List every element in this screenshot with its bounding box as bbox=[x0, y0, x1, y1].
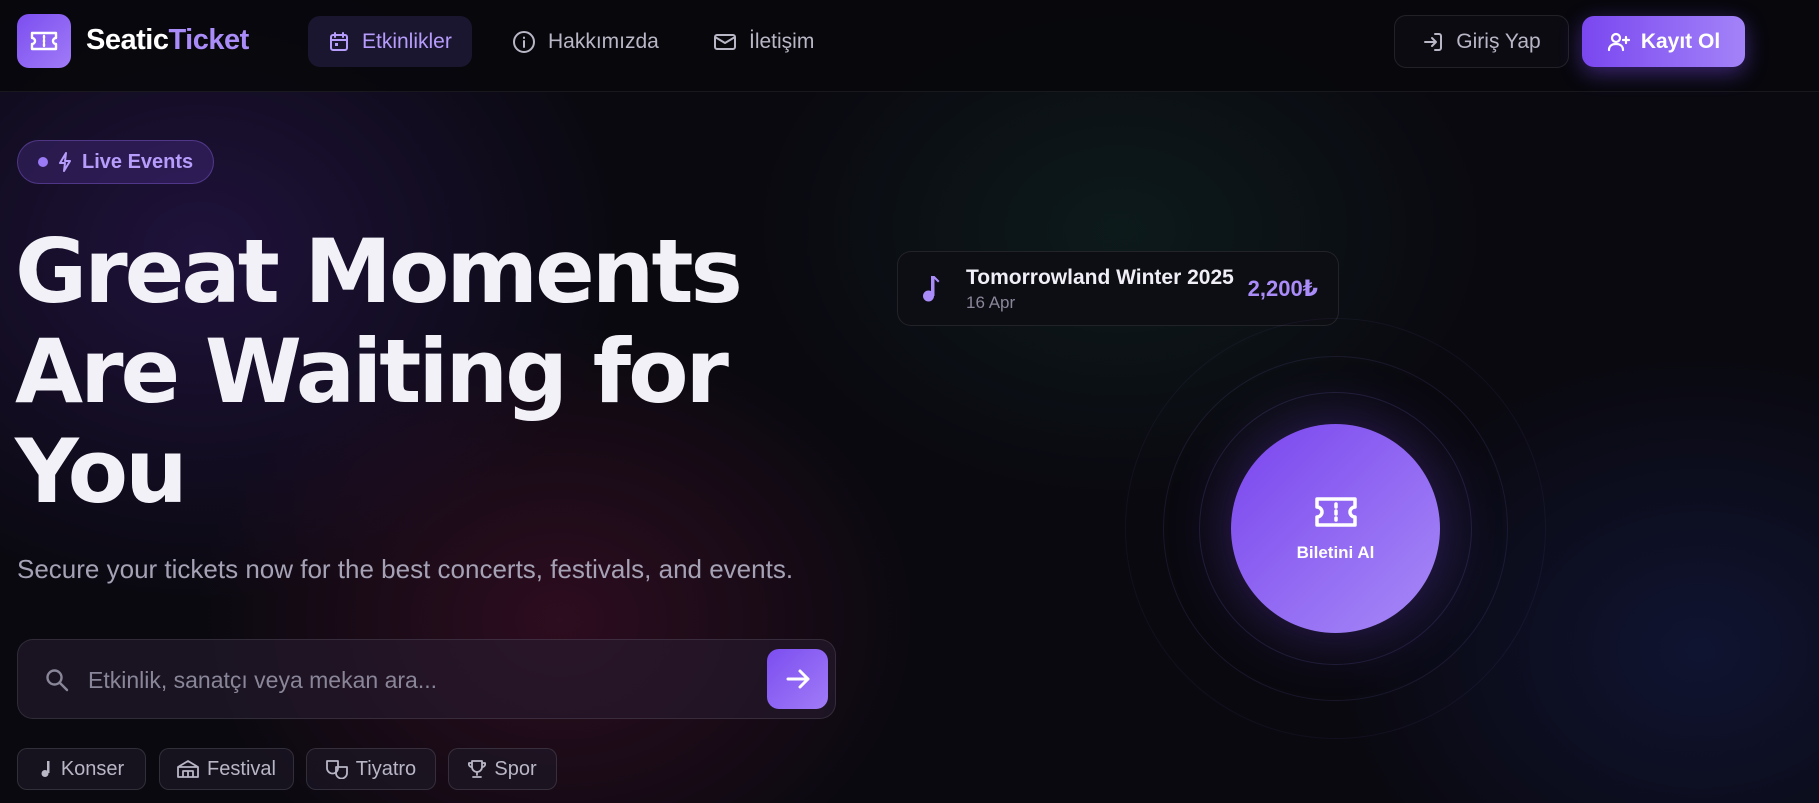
buy-ticket-label: Biletini Al bbox=[1296, 542, 1375, 562]
lightning-icon bbox=[59, 152, 71, 172]
buy-ticket-button[interactable]: Biletini Al bbox=[1231, 424, 1440, 633]
brand-part1: Seatic bbox=[86, 24, 169, 56]
chip-label: Tiyatro bbox=[355, 757, 417, 780]
user-plus-icon bbox=[1607, 32, 1630, 51]
event-date: 16 Apr bbox=[966, 293, 1016, 312]
featured-event-card[interactable]: Tomorrowland Winter 2025 16 Apr 2,200₺ bbox=[897, 251, 1339, 326]
signup-label: Kayıt Ol bbox=[1640, 29, 1721, 53]
hero-headline: Great Moments Are Waiting for You bbox=[15, 222, 755, 522]
category-chip-festival[interactable]: Festival bbox=[159, 748, 294, 790]
headline-line-2: Are Waiting for bbox=[15, 320, 729, 423]
info-icon bbox=[513, 30, 535, 53]
hero-subline: Secure your tickets now for the best con… bbox=[17, 554, 794, 584]
login-button[interactable]: Giriş Yap bbox=[1394, 15, 1569, 68]
headline-line-1: Great Moments bbox=[15, 220, 743, 323]
calendar-icon bbox=[330, 31, 348, 51]
nav-item-iletisim[interactable]: İletişim bbox=[693, 16, 834, 67]
nav-label: İletişim bbox=[749, 29, 815, 53]
badge-label: Live Events bbox=[82, 150, 194, 173]
category-chip-spor[interactable]: Spor bbox=[448, 748, 557, 790]
chip-label: Konser bbox=[60, 757, 125, 780]
pulse-dot bbox=[38, 157, 48, 167]
category-chip-konser[interactable]: Konser bbox=[17, 748, 146, 790]
theater-masks-icon bbox=[325, 760, 348, 779]
mail-icon bbox=[714, 33, 736, 50]
tent-icon bbox=[177, 760, 199, 778]
signup-button[interactable]: Kayıt Ol bbox=[1582, 16, 1745, 67]
search-bar bbox=[17, 639, 836, 719]
navbar: SeaticTicket Etkinlikler Hakkımızda İlet… bbox=[0, 0, 1819, 92]
login-label: Giriş Yap bbox=[1456, 29, 1541, 53]
nav-item-etkinlikler[interactable]: Etkinlikler bbox=[308, 16, 472, 67]
ticket-icon bbox=[1314, 496, 1357, 527]
search-input[interactable] bbox=[88, 658, 748, 702]
search-submit-button[interactable] bbox=[767, 649, 828, 709]
nav-label: Etkinlikler bbox=[362, 29, 452, 53]
logo[interactable] bbox=[17, 14, 71, 68]
chip-label: Festival bbox=[207, 757, 276, 780]
trophy-icon bbox=[468, 760, 487, 778]
nav-label: Hakkımızda bbox=[548, 29, 659, 53]
live-events-badge: Live Events bbox=[17, 140, 214, 184]
ticket-icon bbox=[30, 31, 58, 51]
brand-part2: Ticket bbox=[168, 24, 249, 56]
chip-label: Spor bbox=[494, 757, 537, 780]
brand-name[interactable]: SeaticTicket bbox=[86, 24, 249, 57]
search-icon bbox=[46, 669, 69, 692]
headline-line-3: You bbox=[15, 420, 188, 523]
arrow-right-icon bbox=[786, 669, 809, 689]
music-note-icon bbox=[41, 761, 50, 777]
music-note-icon bbox=[923, 276, 940, 302]
login-icon bbox=[1424, 32, 1443, 51]
event-name: Tomorrowland Winter 2025 bbox=[966, 266, 1234, 289]
category-chip-tiyatro[interactable]: Tiyatro bbox=[306, 748, 436, 790]
event-price: 2,200₺ bbox=[1247, 276, 1318, 301]
nav-item-hakkimizda[interactable]: Hakkımızda bbox=[492, 16, 679, 67]
